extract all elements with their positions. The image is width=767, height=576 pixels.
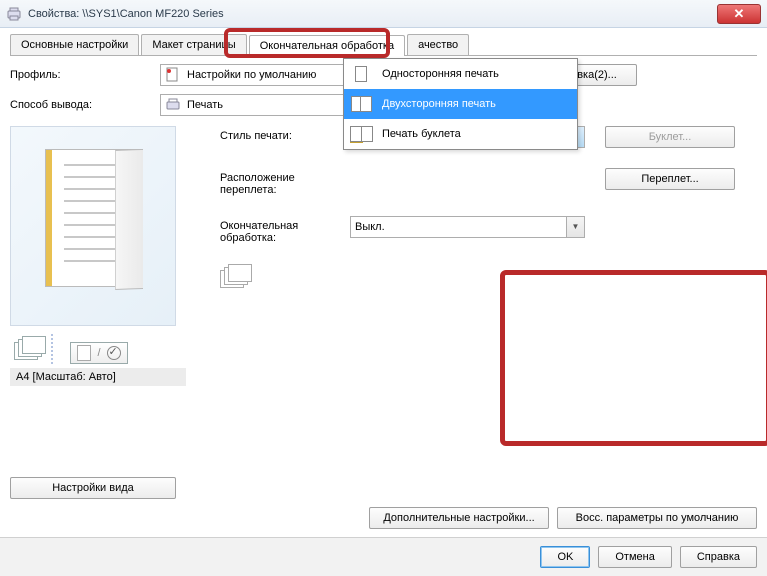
option-booklet[interactable]: Печать буклета — [344, 119, 577, 149]
tab-page-layout[interactable]: Макет страницы — [141, 34, 246, 55]
option-label: Печать буклета — [382, 128, 461, 140]
dialog-footer: OK Отмена Справка — [0, 537, 767, 576]
view-settings-button[interactable]: Настройки вида — [10, 477, 176, 499]
tab-quality[interactable]: ачество — [407, 34, 469, 55]
finish-value: Выкл. — [355, 221, 385, 233]
profile-value: Настройки по умолчанию — [187, 69, 316, 81]
one-sided-icon — [350, 65, 374, 83]
page-preview — [10, 126, 176, 326]
divider-icon — [50, 334, 54, 364]
tab-finishing[interactable]: Окончательная обработка — [249, 35, 405, 56]
tabs: Основные настройки Макет страницы Оконча… — [10, 34, 757, 56]
tab-basic[interactable]: Основные настройки — [10, 34, 139, 55]
booklet-icon — [350, 125, 374, 143]
finish-label: Окончательная обработка: — [220, 216, 350, 244]
ok-button[interactable]: OK — [540, 546, 590, 568]
help-button[interactable]: Справка — [680, 546, 757, 568]
profile-icon — [165, 67, 181, 83]
option-label: Односторонняя печать — [382, 68, 499, 80]
finish-select[interactable]: Выкл. ▼ — [350, 216, 585, 238]
highlight-dropdown — [500, 270, 767, 446]
window-title: Свойства: \\SYS1\Canon MF220 Series — [28, 8, 717, 20]
output-value: Печать — [187, 99, 223, 111]
printer-icon — [6, 6, 22, 22]
print-style-label: Стиль печати: — [220, 126, 350, 142]
option-two-sided[interactable]: Двухсторонняя печать — [344, 89, 577, 119]
advanced-settings-button[interactable]: Дополнительные настройки... — [369, 507, 549, 529]
option-label: Двухсторонняя печать — [382, 98, 496, 110]
option-one-sided[interactable]: Односторонняя печать — [344, 59, 577, 89]
output-printer-icon — [165, 97, 181, 113]
output-label: Способ вывода: — [10, 99, 160, 111]
preview-info: A4 [Масштаб: Авто] — [10, 368, 186, 386]
close-button[interactable]: ✕ — [717, 4, 761, 24]
preview-mode-toggle[interactable]: / — [70, 342, 128, 364]
cancel-button[interactable]: Отмена — [598, 546, 671, 568]
profile-label: Профиль: — [10, 69, 160, 81]
dropdown-arrow-icon: ▼ — [566, 217, 584, 237]
titlebar: Свойства: \\SYS1\Canon MF220 Series ✕ — [0, 0, 767, 28]
booklet-button[interactable]: Буклет... — [605, 126, 735, 148]
stack-icon — [220, 264, 254, 290]
two-sided-icon — [350, 95, 374, 113]
print-style-dropdown: Односторонняя печать Двухсторонняя печат… — [343, 58, 578, 150]
restore-defaults-button[interactable]: Восс. параметры по умолчанию — [557, 507, 757, 529]
binding-label: Расположение переплета: — [220, 168, 350, 196]
binding-button[interactable]: Переплет... — [605, 168, 735, 190]
stack-icon — [14, 336, 48, 362]
